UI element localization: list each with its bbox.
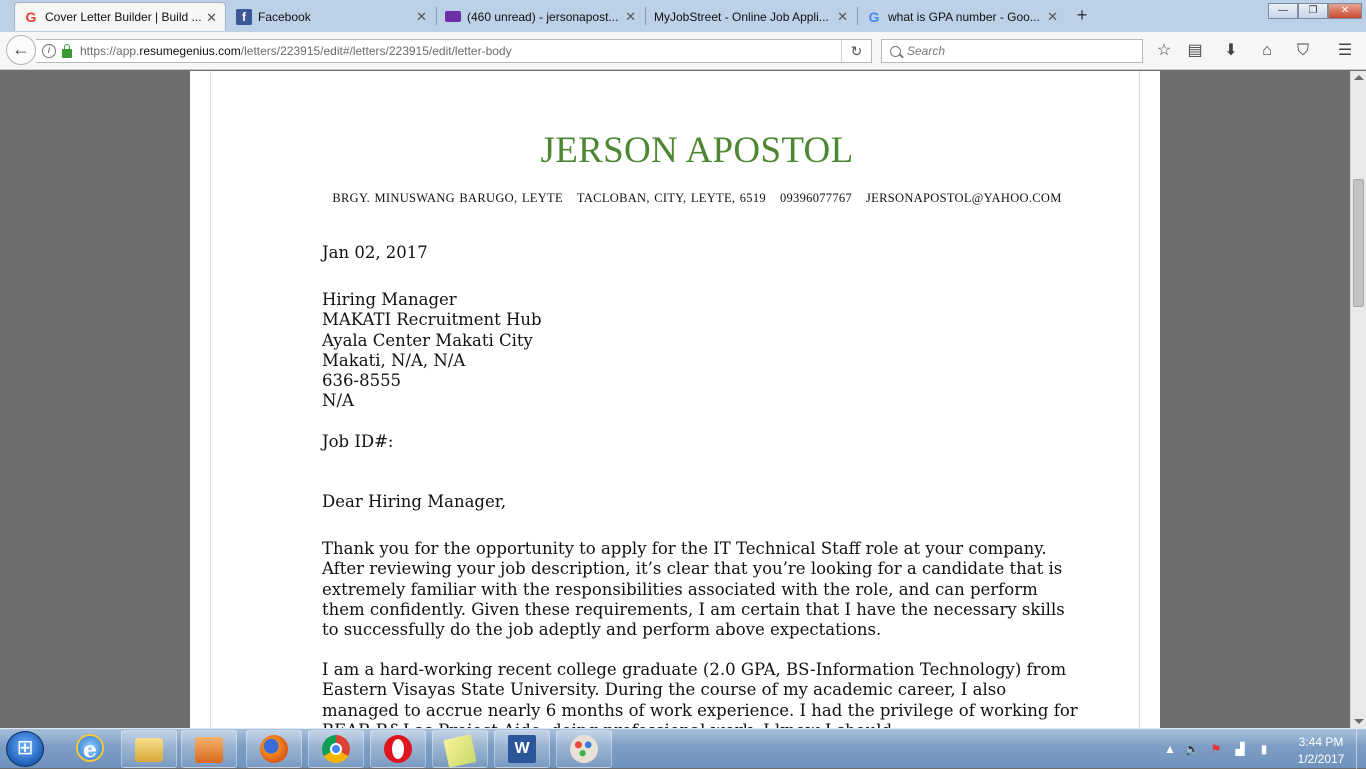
tab-title: what is GPA number - Goo... [888, 9, 1040, 24]
clock-time[interactable]: 3:44 PM [1290, 735, 1352, 749]
home-icon[interactable]: ⌂ [1256, 40, 1278, 62]
site-info-icon[interactable]: i [42, 44, 56, 58]
letter-page: JERSON APOSTOL BRGY. MINUSWANG BARUGO, L… [190, 71, 1160, 728]
recipient-line: MAKATI Recruitment Hub [322, 310, 542, 330]
tab-title: (460 unread) - jersonapost... [467, 9, 619, 24]
google-icon: G [868, 8, 880, 25]
battery-icon[interactable]: ▮ [1256, 741, 1272, 757]
url-text[interactable]: https://app.resumegenius.com/letters/223… [80, 44, 512, 58]
word-icon[interactable]: W [494, 730, 550, 768]
url-prefix: https://app. [80, 44, 140, 58]
maximize-button[interactable]: ❐ [1298, 3, 1328, 19]
media-player-icon[interactable] [181, 730, 237, 768]
paint-icon[interactable] [556, 730, 612, 768]
action-center-flag-icon[interactable]: ⚑ [1208, 741, 1224, 757]
sticky-notes-icon[interactable] [432, 730, 488, 768]
close-tab-icon[interactable]: ✕ [837, 9, 848, 25]
tab-title: MyJobStreet - Online Job Appli... [654, 9, 829, 24]
page-viewport: JERSON APOSTOL BRGY. MINUSWANG BARUGO, L… [0, 71, 1350, 728]
applicant-name[interactable]: JERSON APOSTOL [322, 132, 1072, 170]
bookmark-star-icon[interactable]: ☆ [1153, 40, 1175, 62]
facebook-icon: f [236, 8, 252, 25]
contact-line[interactable]: BRGY. MINUSWANG BARUGO, LEYTE TACLOBAN, C… [322, 188, 1072, 208]
contact-address: BRGY. MINUSWANG BARUGO, LEYTE [332, 191, 563, 205]
windows-taskbar: e W ▲ 🔈 ⚑ ▟ ▮ 3:44 PM 1/2/2017 [0, 728, 1366, 769]
close-tab-icon[interactable]: ✕ [206, 10, 217, 26]
job-id[interactable]: Job ID#: [322, 432, 394, 452]
salutation[interactable]: Dear Hiring Manager, [322, 492, 506, 512]
recipient-line: N/A [322, 391, 354, 411]
contact-email: JERSONAPOSTOL@YAHOO.COM [866, 191, 1062, 205]
search-icon [890, 45, 901, 57]
tab-myjobstreet[interactable]: MyJobStreet - Online Job Appli... ✕ [646, 2, 856, 31]
contact-city: TACLOBAN, CITY, LEYTE, 6519 [576, 191, 766, 205]
volume-icon[interactable]: 🔈 [1184, 741, 1200, 757]
yahoo-mail-icon [445, 11, 461, 22]
reading-list-icon[interactable]: ▤ [1184, 40, 1206, 62]
navigation-toolbar: i https://app.resumegenius.com/letters/2… [0, 32, 1366, 70]
close-window-button[interactable]: ✕ [1328, 3, 1362, 19]
url-host: resumegenius.com [139, 44, 241, 58]
recipient-line: Ayala Center Makati City [322, 330, 533, 350]
search-placeholder: Search [907, 44, 946, 58]
show-desktop-button[interactable] [1356, 729, 1366, 769]
recipient-line: Hiring Manager [322, 290, 457, 309]
close-tab-icon[interactable]: ✕ [416, 9, 427, 25]
url-path: /letters/223915/edit#/letters/223915/edi… [240, 44, 512, 58]
opera-icon[interactable] [370, 730, 426, 768]
show-hidden-icons-icon[interactable]: ▲ [1162, 741, 1178, 757]
letter-date[interactable]: Jan 02, 2017 [322, 243, 428, 263]
tab-cover-letter-builder[interactable]: G Cover Letter Builder | Build ... ✕ [14, 2, 226, 31]
recipient-block[interactable]: Hiring Manager MAKATI Recruitment Hub Ay… [322, 290, 542, 412]
tab-strip: G Cover Letter Builder | Build ... ✕ f F… [0, 0, 1366, 32]
scroll-up-arrow-icon[interactable] [1354, 75, 1364, 80]
search-input[interactable]: Search [881, 39, 1143, 63]
close-tab-icon[interactable]: ✕ [1047, 9, 1058, 25]
body-paragraph[interactable]: I am a hard-working recent college gradu… [322, 660, 1082, 728]
scroll-down-arrow-icon[interactable] [1354, 719, 1364, 724]
tab-facebook[interactable]: f Facebook ✕ [228, 2, 435, 31]
scroll-thumb[interactable] [1353, 179, 1364, 307]
google-icon: G [25, 9, 37, 25]
body-paragraph[interactable]: Thank you for the opportunity to apply f… [322, 539, 1082, 640]
new-tab-button[interactable]: + [1072, 5, 1092, 26]
recipient-line: Makati, N/A, N/A [322, 350, 466, 370]
reload-icon[interactable]: ↻ [841, 40, 871, 62]
tab-title: Facebook [258, 9, 311, 24]
network-signal-icon[interactable]: ▟ [1232, 741, 1248, 757]
pocket-icon[interactable]: ⛉ [1292, 40, 1314, 62]
minimize-button[interactable]: — [1268, 3, 1298, 19]
address-bar[interactable]: i https://app.resumegenius.com/letters/2… [36, 39, 872, 63]
firefox-icon[interactable] [246, 730, 302, 768]
menu-icon[interactable]: ☰ [1334, 40, 1356, 62]
chrome-icon[interactable] [308, 730, 364, 768]
back-button[interactable]: ← [6, 35, 36, 65]
tab-yahoo-mail[interactable]: (460 unread) - jersonapost... ✕ [437, 2, 644, 31]
file-explorer-icon[interactable] [121, 730, 177, 768]
internet-explorer-icon[interactable]: e [63, 730, 119, 768]
close-tab-icon[interactable]: ✕ [625, 9, 636, 25]
recipient-line: 636-8555 [322, 371, 402, 391]
vertical-scrollbar[interactable] [1350, 71, 1366, 728]
tab-google-search[interactable]: G what is GPA number - Goo... ✕ [858, 2, 1066, 31]
download-icon[interactable]: ⬇ [1220, 40, 1242, 62]
start-button[interactable] [6, 731, 44, 767]
contact-phone: 09396077767 [779, 191, 853, 205]
lock-icon[interactable] [62, 43, 72, 58]
clock-date[interactable]: 1/2/2017 [1290, 752, 1352, 766]
letter-page-border: JERSON APOSTOL BRGY. MINUSWANG BARUGO, L… [210, 71, 1140, 728]
tab-title: Cover Letter Builder | Build ... [45, 10, 202, 24]
